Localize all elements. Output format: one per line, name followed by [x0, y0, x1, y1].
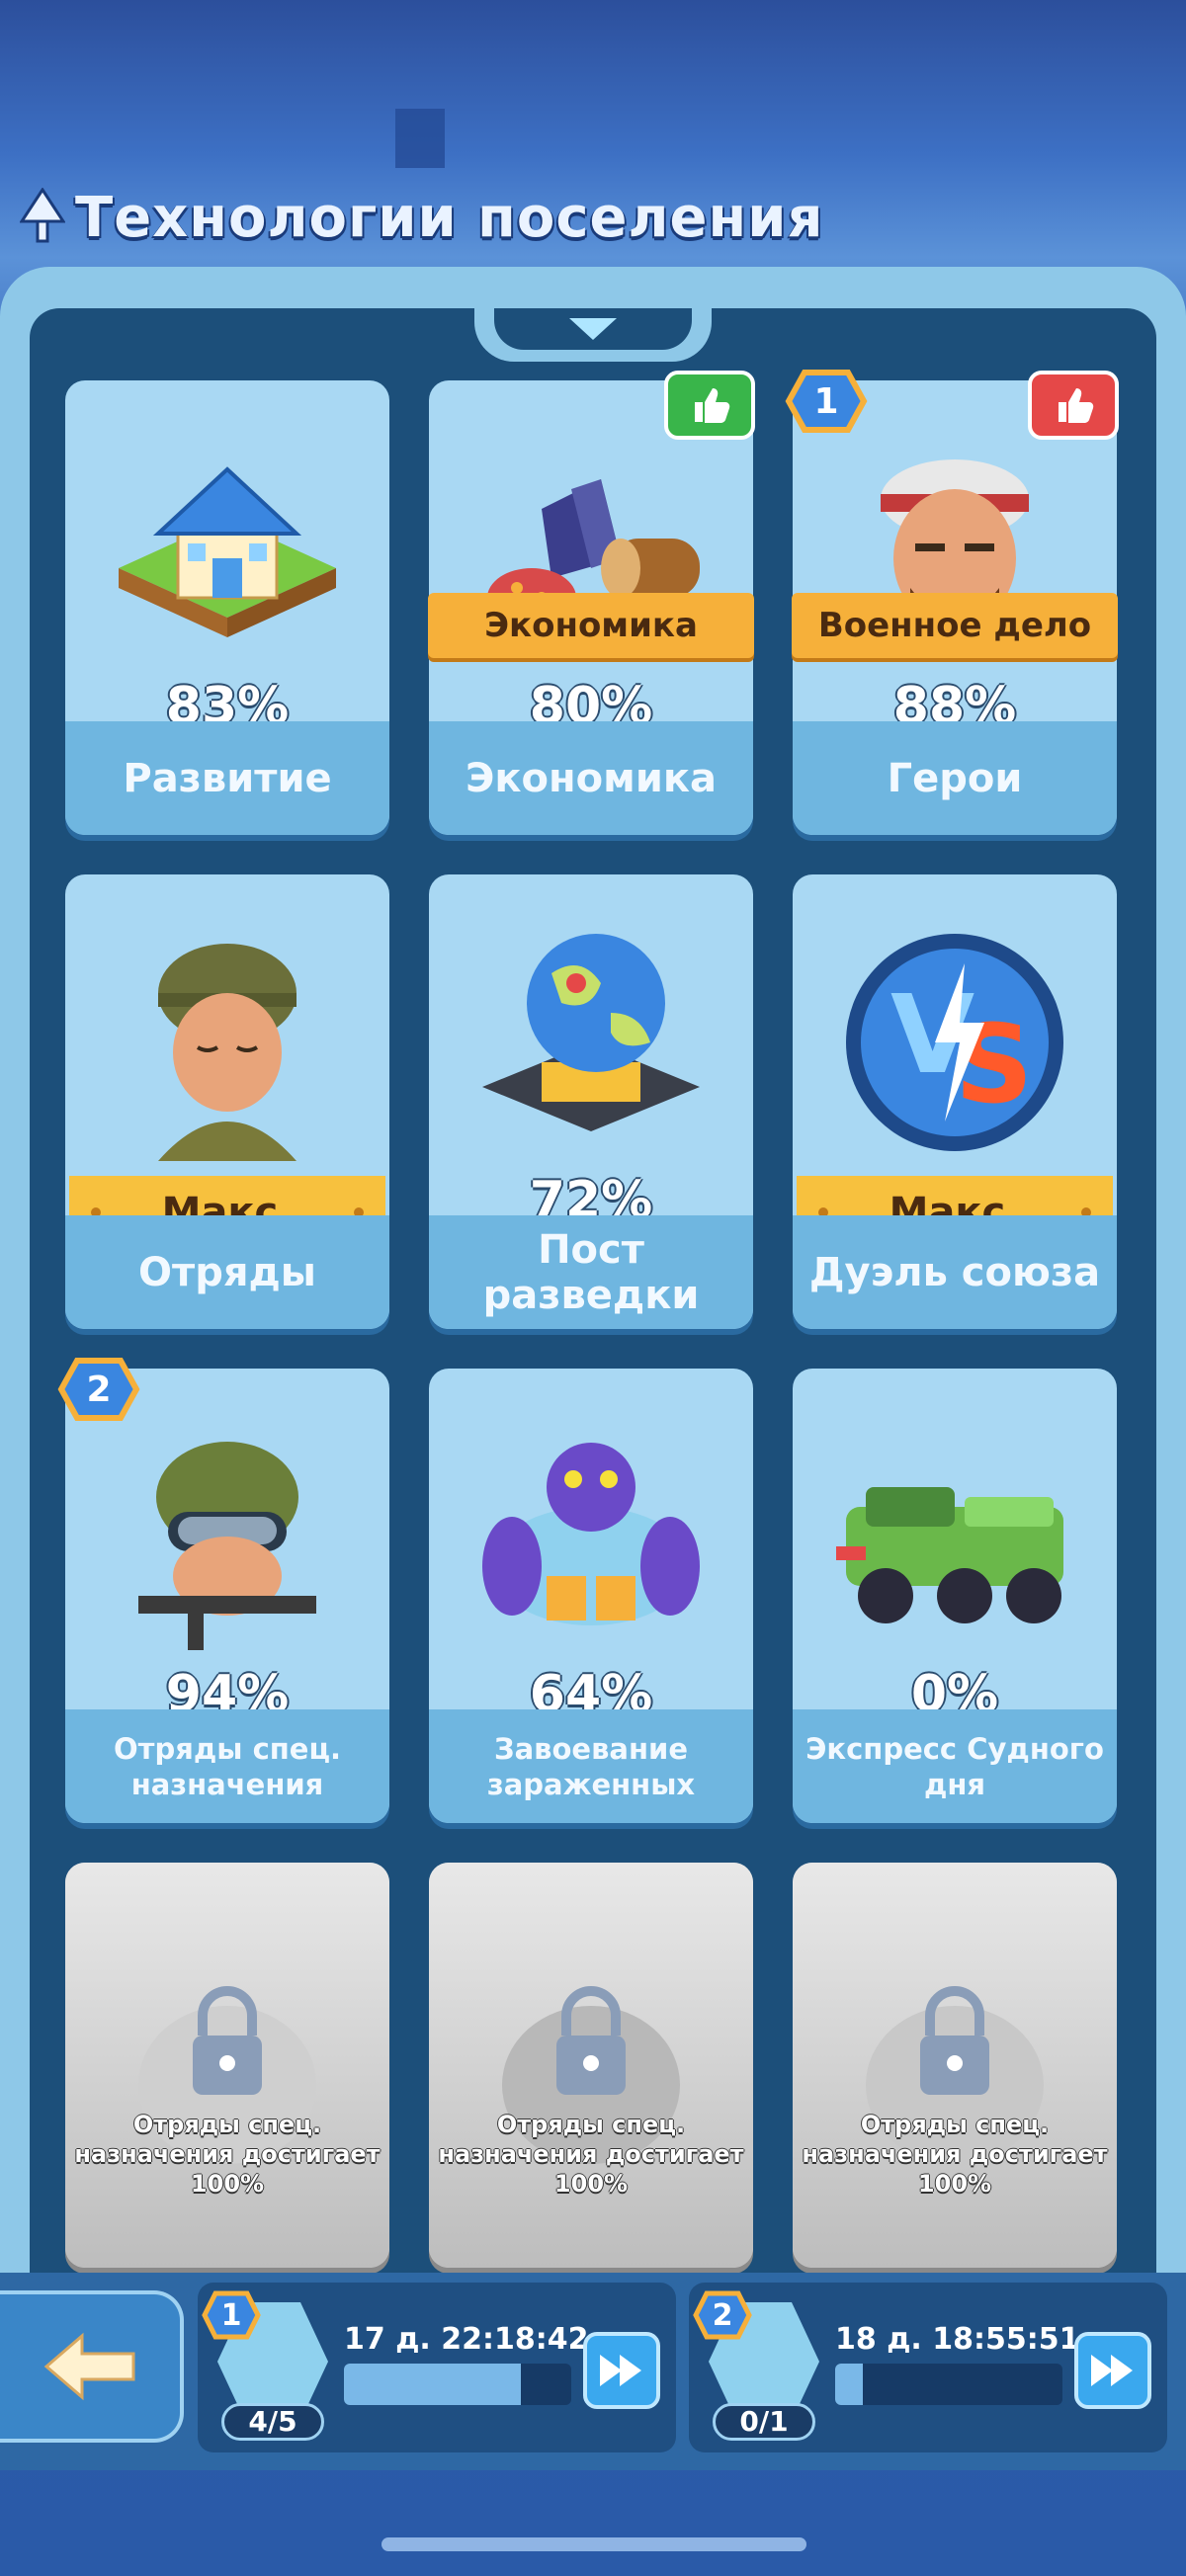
speed-up-button[interactable]	[583, 2332, 660, 2409]
queue-count: 4/5	[221, 2403, 324, 2441]
tech-card-doomsday-express[interactable]: 0% Экспресс Судного дня	[793, 1369, 1117, 1823]
tech-card-alliance-duel[interactable]: V S Макс. Дуэль союза	[793, 874, 1117, 1329]
fast-forward-icon	[1091, 2355, 1133, 2386]
thumbs-up-icon	[1028, 371, 1119, 440]
category-ribbon: Военное дело	[773, 588, 1137, 663]
card-title: Дуэль союза	[808, 1249, 1101, 1295]
card-title: Экономика	[466, 755, 717, 801]
queue-progress-bar	[835, 2364, 1062, 2405]
home-indicator	[381, 2537, 806, 2551]
unlock-requirement: Отряды спец. назначения достигает 100%	[802, 2111, 1108, 2198]
tree-icon	[19, 187, 66, 247]
page-title: Технологии поселения	[75, 185, 824, 250]
queue-progress-bar	[344, 2364, 571, 2405]
globe-icon	[429, 874, 753, 1210]
vs-icon: V S	[793, 874, 1117, 1210]
queue-badge-number: 2	[712, 2297, 733, 2333]
tech-card-squads[interactable]: Макс. Отряды	[65, 874, 389, 1329]
speed-up-button[interactable]	[1074, 2332, 1151, 2409]
tech-card-economy[interactable]: Экономика 80% Экономика	[410, 371, 772, 835]
locked-tech-art	[793, 1863, 1117, 2268]
soldier-icon	[65, 874, 389, 1210]
locked-tech-art	[429, 1863, 753, 2268]
tech-grid: 83% Развитие Экономика 80% Экономика 1 В…	[57, 370, 1136, 2268]
queue-badge: 2	[693, 2290, 752, 2340]
locked-tech-art	[65, 1863, 389, 2268]
truck-icon	[793, 1369, 1117, 1704]
badge-number: 2	[86, 1369, 112, 1410]
queue-count: 0/1	[713, 2403, 815, 2441]
tech-card-heroes[interactable]: 1 Военное дело 88% Герои	[774, 370, 1136, 835]
tech-card-special-forces[interactable]: 2 94% Отряды спец. назначения	[57, 1358, 389, 1823]
back-button[interactable]	[0, 2290, 184, 2443]
ribbon-label: Экономика	[484, 606, 698, 645]
zombie-icon	[429, 1369, 753, 1704]
tech-card-locked[interactable]: Отряды спец. назначения достигает 100%	[429, 1863, 753, 2268]
collapse-toggle[interactable]	[474, 296, 712, 362]
unlock-requirement: Отряды спец. назначения достигает 100%	[74, 2111, 381, 2198]
house-icon	[65, 380, 389, 716]
tech-card-recon-post[interactable]: 72% Пост разведки	[429, 874, 753, 1329]
tech-card-infected-conquest[interactable]: 64% Завоевание зараженных	[429, 1369, 753, 1823]
card-title: Завоевание зараженных	[486, 1731, 696, 1801]
card-title: Герои	[887, 755, 1023, 801]
tech-card-development[interactable]: 83% Развитие	[65, 380, 389, 835]
unlock-requirement: Отряды спец. назначения достигает 100%	[438, 2111, 744, 2198]
queue-badge-number: 1	[220, 2297, 242, 2333]
tech-card-locked[interactable]: Отряды спец. назначения достигает 100%	[793, 1863, 1117, 2268]
ribbon-label: Военное дело	[817, 606, 1092, 645]
queue-timer: 17 д. 22:18:42	[344, 2322, 589, 2357]
count-badge: 2	[57, 1357, 140, 1422]
card-title: Развитие	[123, 755, 332, 801]
fast-forward-icon	[600, 2355, 641, 2386]
background-decoration	[395, 109, 445, 168]
chevron-down-icon	[569, 318, 617, 340]
research-queue-2[interactable]: 2 0/1 18 д. 18:55:51	[689, 2283, 1167, 2452]
queue-timer: 18 д. 18:55:51	[835, 2322, 1080, 2357]
card-title: Пост разведки	[482, 1226, 700, 1318]
header: Технологии поселения	[19, 178, 824, 257]
card-title: Отряды спец. назначения	[114, 1731, 341, 1801]
thumbs-up-icon	[664, 371, 755, 440]
arrow-left-icon	[43, 2332, 135, 2401]
badge-number: 1	[813, 380, 839, 422]
card-title: Экспресс Судного дня	[805, 1731, 1104, 1801]
category-ribbon: Экономика	[409, 588, 773, 663]
tech-card-locked[interactable]: Отряды спец. назначения достигает 100%	[65, 1863, 389, 2268]
queue-badge: 1	[202, 2290, 261, 2340]
research-queue-1[interactable]: 1 4/5 17 д. 22:18:42	[198, 2283, 676, 2452]
card-title: Отряды	[138, 1249, 316, 1295]
count-badge: 1	[785, 369, 868, 434]
